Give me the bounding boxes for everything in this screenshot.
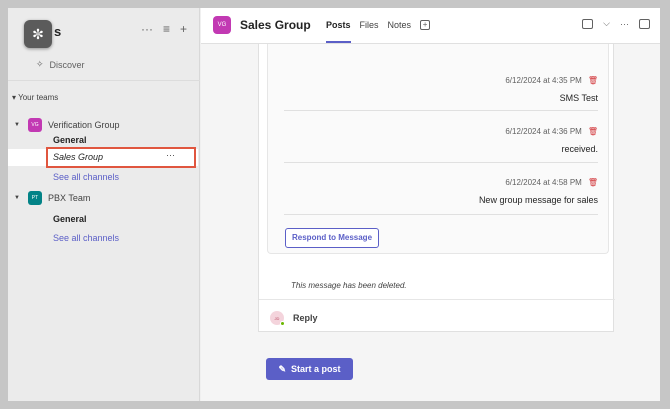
- message-divider: [284, 214, 598, 215]
- chevron-down-icon[interactable]: ⌵: [603, 18, 610, 29]
- app-frame: ✼ s ··· ≡ + ✧ Discover ▾ Your teams ▼ VG…: [0, 0, 670, 409]
- chevron-down-icon[interactable]: ▼: [14, 195, 22, 201]
- main-pane: VG Sales Group Posts Files Notes + ⌵ ···…: [201, 8, 660, 401]
- start-a-post-button[interactable]: ✎ Start a post: [266, 358, 353, 380]
- teams-logo-icon[interactable]: ✼: [24, 20, 52, 48]
- trash-icon[interactable]: 🗑: [588, 76, 598, 85]
- team-pbx-team[interactable]: ▼ PT PBX Team: [14, 191, 90, 205]
- team-verification-group[interactable]: ▼ VG Verification Group: [14, 118, 120, 132]
- filter-icon[interactable]: ≡: [163, 22, 170, 36]
- see-all-channels-link[interactable]: See all channels: [53, 172, 119, 182]
- message-item: 6/12/2024 at 4:35 PM 🗑 SMS Test: [284, 75, 598, 103]
- channel-title: Sales Group: [240, 18, 311, 32]
- channel-general[interactable]: General: [53, 214, 87, 224]
- message-item: 6/12/2024 at 4:36 PM 🗑 received.: [284, 126, 598, 154]
- compose-icon: ✎: [278, 363, 287, 374]
- respond-to-message-button[interactable]: Respond to Message: [285, 228, 380, 248]
- conversation-card: 6/12/2024 at 4:35 PM 🗑 SMS Test 6/12/2024…: [258, 44, 615, 332]
- team-name: PBX Team: [48, 193, 91, 203]
- message-text: SMS Test: [559, 93, 598, 103]
- discover-label: Discover: [49, 59, 85, 70]
- presence-dot-icon: [280, 321, 285, 326]
- open-panel-icon[interactable]: [639, 18, 650, 29]
- tab-notes[interactable]: Notes: [388, 20, 412, 30]
- channel-general[interactable]: General: [53, 135, 87, 145]
- trash-icon[interactable]: 🗑: [588, 127, 598, 136]
- start-post-label: Start a post: [291, 364, 341, 374]
- sidebar-actions: ··· ≡ +: [141, 22, 187, 36]
- team-avatar: VG: [28, 118, 42, 132]
- header-tools: ⌵ ···: [582, 18, 650, 29]
- video-call-icon[interactable]: [582, 18, 594, 29]
- message-item: 6/12/2024 at 4:58 PM 🗑 New group message …: [284, 177, 598, 205]
- discover-item[interactable]: ✧ Discover: [36, 59, 85, 70]
- add-icon[interactable]: +: [180, 22, 187, 36]
- sparkle-icon: ✧: [36, 59, 44, 69]
- message-timestamp: 6/12/2024 at 4:58 PM: [505, 178, 582, 187]
- team-avatar: PT: [28, 191, 42, 205]
- chevron-down-icon[interactable]: ▼: [14, 122, 22, 128]
- tab-posts[interactable]: Posts: [326, 20, 351, 43]
- more-options-icon[interactable]: ···: [141, 22, 153, 36]
- team-avatar: VG: [213, 16, 231, 34]
- reply-divider: [259, 299, 615, 300]
- message-divider: [284, 162, 598, 163]
- your-teams-header[interactable]: ▾ Your teams: [12, 93, 58, 102]
- channel-sales-group[interactable]: Sales Group: [53, 152, 103, 162]
- more-options-icon[interactable]: ···: [620, 19, 629, 29]
- deleted-message-notice: This message has been deleted.: [291, 281, 407, 290]
- team-name: Verification Group: [48, 120, 120, 130]
- sidebar-title: s: [54, 24, 62, 39]
- message-timestamp: 6/12/2024 at 4:35 PM: [505, 76, 582, 85]
- reply-button[interactable]: Reply: [293, 313, 318, 323]
- sidebar: ✼ s ··· ≡ + ✧ Discover ▾ Your teams ▼ VG…: [8, 8, 200, 401]
- see-all-channels-link[interactable]: See all channels: [53, 233, 119, 243]
- message-timestamp: 6/12/2024 at 4:36 PM: [505, 127, 582, 136]
- thread-messages: 6/12/2024 at 4:35 PM 🗑 SMS Test 6/12/2024…: [267, 44, 609, 254]
- message-text: New group message for sales: [478, 195, 598, 205]
- channel-header: VG Sales Group Posts Files Notes + ⌵ ···: [201, 8, 660, 44]
- message-divider: [284, 110, 598, 111]
- tab-files[interactable]: Files: [360, 20, 379, 30]
- channel-more-icon[interactable]: ···: [166, 150, 175, 160]
- trash-icon[interactable]: 🗑: [588, 178, 598, 187]
- channel-tabs: Posts Files Notes +: [326, 20, 431, 43]
- sidebar-divider: [8, 80, 200, 81]
- add-tab-icon[interactable]: +: [420, 20, 431, 30]
- message-text: received.: [561, 144, 598, 154]
